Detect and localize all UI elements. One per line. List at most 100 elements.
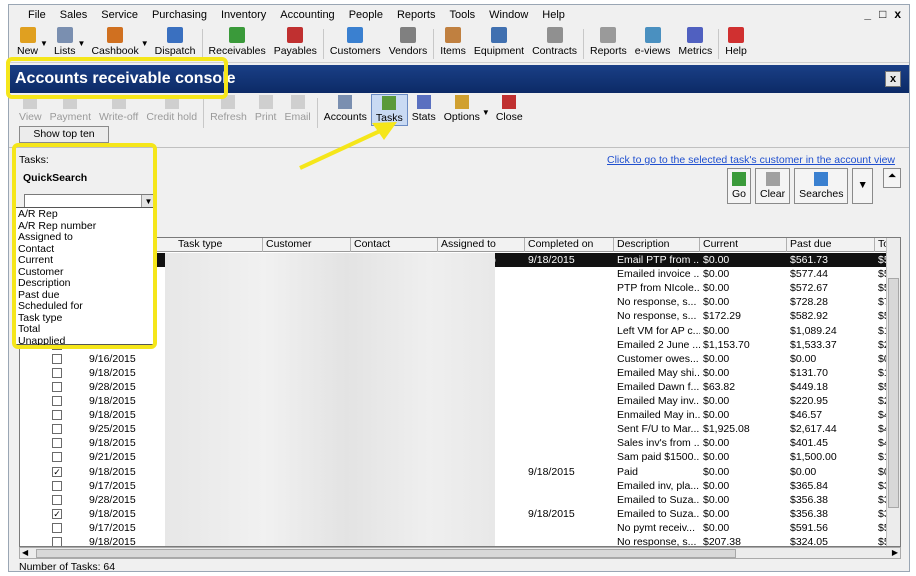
payables-button[interactable]: Payables (270, 25, 321, 57)
row-date: 9/21/2015 (89, 451, 136, 464)
scroll-right-icon[interactable]: ▶ (892, 548, 898, 557)
menu-inventory[interactable]: Inventory (214, 5, 273, 25)
row-checkbox[interactable] (52, 353, 62, 364)
menu-purchasing[interactable]: Purchasing (145, 5, 214, 25)
reports-button[interactable]: Reports (586, 25, 631, 57)
restore-button[interactable]: □ (879, 7, 886, 21)
cell-desc: PTP from NIcole... (617, 282, 700, 295)
column-header-assigned-to[interactable]: Assigned to (438, 238, 525, 252)
toolbar-label: Metrics (678, 45, 713, 57)
row-checkbox[interactable] (52, 452, 62, 463)
email-button[interactable]: Email (280, 94, 314, 126)
row-checkbox[interactable] (52, 381, 62, 392)
row-checkbox[interactable]: ✓ (52, 508, 62, 519)
metrics-button[interactable]: Metrics (674, 25, 716, 57)
tasks-button[interactable]: Tasks (370, 94, 408, 126)
vendors-icon (399, 27, 416, 43)
row-checkbox[interactable] (52, 410, 62, 421)
cell-current: $0.00 (703, 366, 730, 379)
collapse-up-icon[interactable]: ⏶ (882, 168, 902, 188)
go-to-customer-link[interactable]: Click to go to the selected task's custo… (607, 154, 895, 166)
cell-past-due: $1,500.00 (790, 451, 837, 464)
cell-desc: Emailed 2 June ... (617, 338, 700, 351)
row-checkbox[interactable] (52, 438, 62, 449)
row-checkbox[interactable] (52, 367, 62, 378)
lists-button[interactable]: Lists (50, 25, 80, 57)
column-header-contact[interactable]: Contact (351, 238, 438, 252)
chevron-down-icon[interactable]: ▼ (40, 39, 48, 48)
customers-button[interactable]: Customers (326, 25, 385, 57)
menu-service[interactable]: Service (94, 5, 145, 25)
row-checkbox[interactable] (52, 424, 62, 435)
stats-button[interactable]: Stats (408, 94, 440, 126)
menu-accounting[interactable]: Accounting (273, 5, 341, 25)
cell-past-due: $401.45 (790, 437, 828, 450)
equipment-icon (490, 27, 507, 43)
email-icon (290, 95, 305, 109)
column-header-completed-on[interactable]: Completed on (525, 238, 614, 252)
row-checkbox[interactable] (52, 480, 62, 491)
receivables-button[interactable]: Receivables (205, 25, 270, 57)
close-window-button[interactable]: x (894, 7, 901, 21)
menu-help[interactable]: Help (535, 5, 572, 25)
toolbar-label: e-views (634, 45, 671, 57)
menu-tools[interactable]: Tools (442, 5, 482, 25)
row-checkbox[interactable] (52, 494, 62, 505)
row-checkbox[interactable] (52, 396, 62, 406)
new-button[interactable]: New (13, 25, 42, 57)
column-header-task-type[interactable]: Task type (175, 238, 263, 252)
options-icon (454, 95, 469, 109)
scroll-left-icon[interactable]: ◀ (22, 548, 28, 557)
cell-past-due: $2,617.44 (790, 423, 837, 436)
chevron-down-icon[interactable]: ▼ (141, 39, 149, 48)
row-date: 9/18/2015 (89, 409, 136, 422)
clear-button[interactable]: Clear (755, 168, 791, 204)
minimize-button[interactable]: _ (864, 7, 871, 21)
menu-people[interactable]: People (342, 5, 390, 25)
searches-dropdown-button[interactable]: ▼ (852, 168, 873, 204)
cashbook-button[interactable]: Cashbook (87, 25, 142, 57)
horizontal-scroll-thumb[interactable] (36, 549, 736, 558)
row-checkbox[interactable] (52, 522, 62, 533)
column-header-description[interactable]: Description (614, 238, 700, 252)
menu-window[interactable]: Window (482, 5, 535, 25)
chevron-down-icon[interactable]: ▼ (78, 39, 86, 48)
accounts-button[interactable]: Accounts (320, 94, 371, 126)
console-toolbar: View Payment Write-off Credit hold Refresh Pr… (9, 94, 909, 130)
row-checkbox[interactable] (52, 537, 62, 546)
e-views-button[interactable]: e-views (631, 25, 675, 57)
cell-completed: 9/18/2015 (528, 507, 575, 520)
cell-past-due: $561.73 (790, 254, 828, 266)
equipment-button[interactable]: Equipment (470, 25, 528, 57)
column-header-past-due[interactable]: Past due (787, 238, 875, 252)
column-header-current[interactable]: Current (700, 238, 787, 252)
vertical-scrollbar[interactable] (886, 238, 900, 546)
horizontal-scrollbar[interactable]: ◀ ▶ (19, 547, 901, 559)
show-top-ten-button[interactable]: Show top ten (19, 126, 109, 143)
menu-reports[interactable]: Reports (390, 5, 443, 25)
items-button[interactable]: Items (436, 25, 470, 57)
contracts-button[interactable]: Contracts (528, 25, 581, 57)
options-button[interactable]: Options (440, 94, 484, 126)
menu-file[interactable]: File (21, 5, 53, 25)
toolbar-label: Help (725, 45, 747, 57)
cell-current: $0.00 (703, 521, 730, 534)
menu-sales[interactable]: Sales (53, 5, 95, 25)
dispatch-button[interactable]: Dispatch (151, 25, 200, 57)
go-button[interactable]: Go (727, 168, 752, 204)
searches-button[interactable]: Searches (794, 168, 849, 204)
help-button[interactable]: Help (721, 25, 751, 57)
cell-completed (525, 422, 614, 436)
cell-desc: Email PTP from ... (617, 254, 700, 266)
close-button[interactable]: Close (492, 94, 527, 126)
column-header-customer[interactable]: Customer (263, 238, 351, 252)
cell-desc: Emailed to Suza... (617, 493, 700, 506)
row-checkbox[interactable]: ✓ (52, 466, 62, 477)
close-console-button[interactable]: x (885, 71, 901, 87)
print-button[interactable]: Print (251, 94, 281, 126)
console-toolbar-label: Refresh (210, 111, 247, 123)
vendors-button[interactable]: Vendors (385, 25, 432, 57)
vertical-scroll-thumb[interactable] (888, 278, 899, 508)
chevron-down-icon[interactable]: ▼ (482, 108, 490, 117)
cell-completed (525, 338, 614, 352)
